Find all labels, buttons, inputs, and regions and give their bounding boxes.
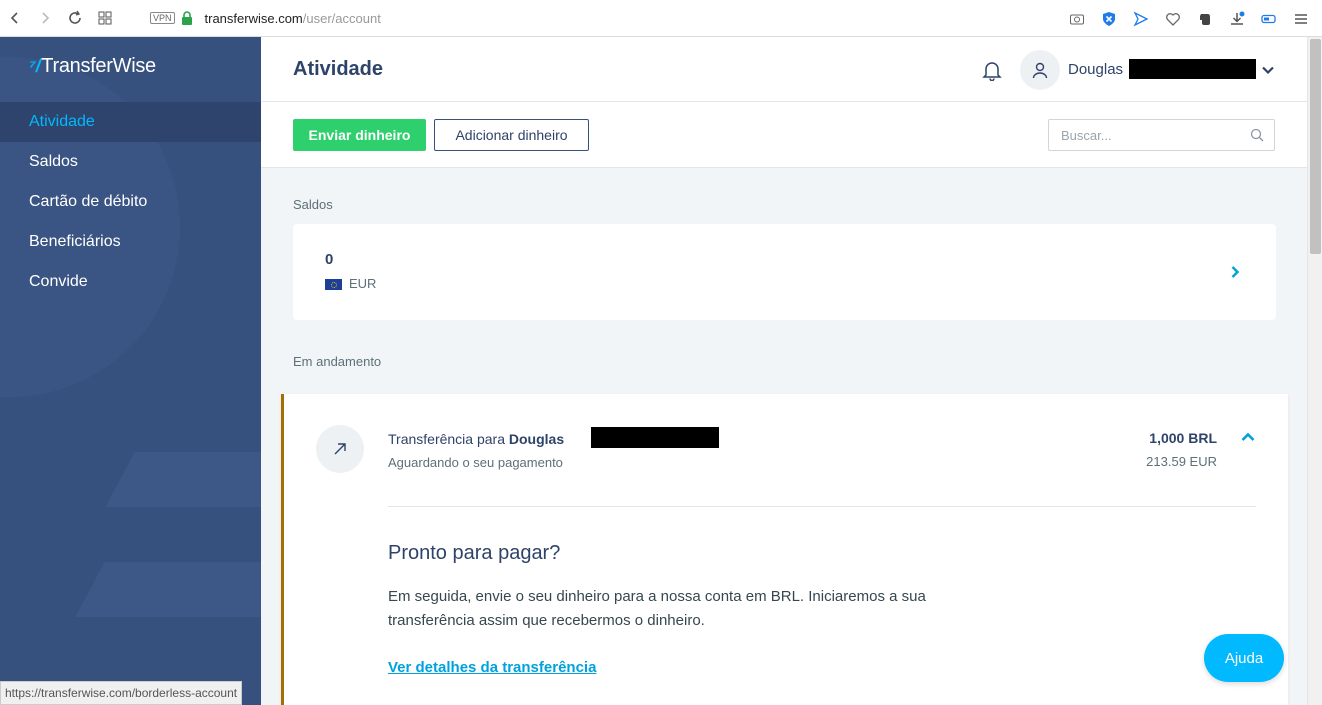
lock-icon[interactable] [181, 11, 193, 25]
menu-icon[interactable] [1290, 8, 1312, 30]
sidebar-item-saldos[interactable]: Saldos [0, 142, 261, 182]
user-name[interactable]: Douglas [1068, 61, 1123, 78]
chevron-down-icon[interactable] [1261, 63, 1275, 77]
sidebar-item-cartao[interactable]: Cartão de débito [0, 182, 261, 222]
page-header: Atividade Douglas [261, 37, 1307, 102]
transfer-status: Aguardando o seu pagamento [388, 455, 563, 470]
status-url: https://transferwise.com/borderless-acco… [0, 681, 243, 705]
bell-icon[interactable] [981, 59, 1003, 81]
logo-text: TransferWise [41, 55, 156, 77]
redaction-bar [591, 427, 719, 448]
page-title: Atividade [293, 58, 384, 80]
speed-dial-icon[interactable] [90, 3, 120, 33]
transfer-title[interactable]: Transferência para Douglas [388, 431, 564, 447]
sidebar-nav: Atividade Saldos Cartão de débito Benefi… [0, 102, 261, 302]
chevron-right-icon[interactable] [1228, 265, 1242, 279]
transfer-details-link[interactable]: Ver detalhes da transferência [388, 659, 596, 676]
redaction-bar [1129, 59, 1256, 79]
sidebar: ⁷/ TransferWise Atividade Saldos Cartão … [0, 37, 261, 705]
balance-card[interactable]: 0 EUR [293, 224, 1276, 320]
back-icon[interactable] [0, 3, 30, 33]
in-progress-section-label: Em andamento [293, 354, 382, 369]
main-content: Atividade Douglas Enviar dinheiro Adicio… [261, 37, 1307, 705]
arrow-up-right-icon [316, 425, 364, 473]
transfer-amount-converted: 213.59 EUR [1146, 454, 1217, 469]
help-button[interactable]: Ajuda [1204, 634, 1284, 682]
search-icon[interactable] [1250, 128, 1264, 142]
transfer-amount: 1,000 BRL [1149, 430, 1217, 446]
transferwise-logo[interactable]: ⁷/ TransferWise [29, 55, 156, 78]
chevron-up-icon[interactable] [1240, 429, 1256, 445]
send-money-button[interactable]: Enviar dinheiro [293, 119, 426, 151]
address-bar[interactable]: transferwise.com/user/account [205, 11, 381, 26]
divider [388, 506, 1256, 507]
browser-toolbar: VPN transferwise.com/user/account [0, 0, 1322, 37]
balances-section-label: Saldos [293, 197, 333, 212]
user-icon [1032, 62, 1048, 79]
sidebar-item-atividade[interactable]: Atividade [0, 102, 261, 142]
scrollbar[interactable] [1307, 37, 1322, 705]
heart-icon[interactable] [1162, 8, 1184, 30]
balance-currency: EUR [349, 276, 377, 291]
ready-to-pay-heading: Pronto para pagar? [388, 542, 561, 564]
sidebar-item-beneficiarios[interactable]: Beneficiários [0, 222, 261, 262]
reload-icon[interactable] [60, 3, 90, 33]
battery-icon[interactable] [1258, 8, 1280, 30]
balance-amount: 0 [325, 251, 334, 268]
transfer-title-prefix: Transferência para [388, 431, 505, 447]
transfer-card: Transferência para Douglas Aguardando o … [281, 394, 1288, 705]
eu-flag-icon [325, 279, 342, 290]
avatar[interactable] [1020, 50, 1060, 90]
url-path: /user/account [302, 10, 381, 26]
shield-icon[interactable] [1098, 8, 1120, 30]
download-icon[interactable] [1226, 8, 1248, 30]
url-host: transferwise.com [204, 10, 303, 26]
flag-icon: ⁷/ [29, 56, 41, 76]
scrollbar-thumb[interactable] [1310, 39, 1321, 254]
sidebar-item-convide[interactable]: Convide [0, 262, 261, 302]
send-icon[interactable] [1130, 8, 1152, 30]
action-bar: Enviar dinheiro Adicionar dinheiro [261, 102, 1307, 168]
ready-to-pay-text: Em seguida, envie o seu dinheiro para a … [388, 588, 926, 629]
transfer-recipient: Douglas [508, 431, 565, 447]
evernote-icon[interactable] [1194, 8, 1216, 30]
forward-icon[interactable] [30, 3, 60, 33]
camera-icon[interactable] [1066, 8, 1088, 30]
search-input[interactable] [1049, 120, 1239, 150]
vpn-badge[interactable]: VPN [150, 12, 175, 24]
search-box [1048, 119, 1275, 151]
add-money-button[interactable]: Adicionar dinheiro [434, 119, 589, 151]
